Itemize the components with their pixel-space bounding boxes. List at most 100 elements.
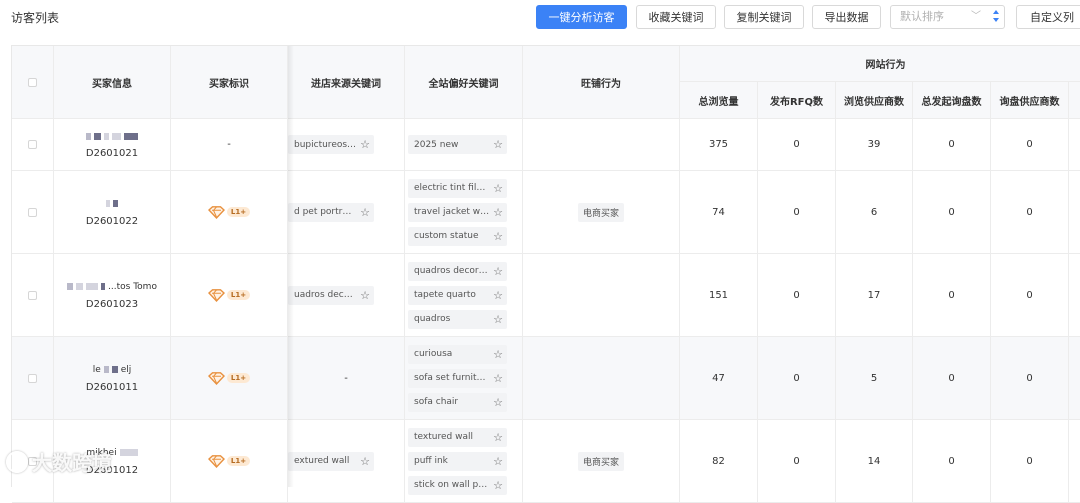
header-entry-keyword: 进店来源关键词: [288, 46, 405, 119]
header-select-all[interactable]: [12, 46, 54, 119]
redacted-mask: [103, 366, 109, 373]
copy-keywords-button[interactable]: 复制关键词: [724, 5, 804, 29]
star-icon[interactable]: ☆: [360, 455, 370, 468]
star-icon[interactable]: ☆: [493, 431, 503, 444]
keyword-tag[interactable]: uadros decora... ☆: [288, 285, 374, 305]
rfq-count: 0: [758, 171, 836, 254]
keyword-tag[interactable]: sofa chair ☆: [408, 392, 507, 412]
star-icon[interactable]: ☆: [493, 265, 503, 278]
star-icon[interactable]: ☆: [493, 182, 503, 195]
chevron-down-icon: ﹀: [971, 11, 981, 22]
redacted-mask: [119, 449, 138, 456]
keyword-tag[interactable]: tapete quarto ☆: [408, 285, 507, 305]
star-icon[interactable]: ☆: [493, 479, 503, 492]
star-icon[interactable]: ☆: [493, 313, 503, 326]
star-icon[interactable]: ☆: [493, 372, 503, 385]
entry-keyword-cell: d pet portraitic...☆: [288, 171, 405, 254]
star-icon[interactable]: ☆: [493, 206, 503, 219]
keyword-tag[interactable]: extured wall ☆: [288, 451, 374, 471]
star-icon[interactable]: ☆: [493, 138, 503, 151]
star-icon[interactable]: ☆: [360, 138, 370, 151]
keyword-tag[interactable]: 2025 new ☆: [408, 135, 507, 154]
buyer-name: ...tos Tomo: [67, 281, 157, 293]
star-icon[interactable]: ☆: [493, 348, 503, 361]
redacted-mask: [124, 132, 138, 140]
keyword-tag[interactable]: textured wall ☆: [408, 427, 507, 447]
sort-placeholder: 默认排序: [900, 10, 944, 23]
diamond-badge-icon: [207, 371, 225, 385]
star-icon[interactable]: ☆: [493, 455, 503, 468]
keyword-tag[interactable]: stick on wall pa... ☆: [408, 475, 507, 495]
buyer-id: D2601022: [85, 215, 139, 227]
row-select[interactable]: [12, 171, 54, 254]
buyer-mark: L1+: [171, 254, 288, 337]
star-icon[interactable]: ☆: [493, 230, 503, 243]
keyword-tag[interactable]: d pet portraitic...☆: [288, 202, 374, 222]
redacted-mask: [101, 283, 106, 290]
inquiry-suppliers: 0: [991, 119, 1069, 171]
keyword-tag[interactable]: custom statue ☆: [408, 226, 507, 246]
keyword-text: bupictureossu...: [294, 139, 356, 150]
star-icon[interactable]: ☆: [360, 206, 370, 219]
star-icon[interactable]: ☆: [493, 289, 503, 302]
more-cell: [1069, 420, 1080, 503]
collect-keywords-button[interactable]: 收藏关键词: [636, 5, 716, 29]
redacted-mask: [94, 132, 101, 140]
row-select[interactable]: [12, 119, 54, 171]
header-buyer-mark: 买家标识: [171, 46, 288, 119]
keyword-text: custom statue: [414, 231, 479, 241]
site-keyword-cell: curiousa ☆ sofa set furnitur... ☆ sofa cha…: [405, 337, 523, 420]
keyword-text: sofa set furnitur...: [414, 373, 490, 383]
buyer-name: le elj: [93, 364, 132, 376]
buyer-mark: L1+: [171, 420, 288, 503]
export-data-button[interactable]: 导出数据: [812, 5, 881, 29]
keyword-tag[interactable]: electric tint film f... ☆: [408, 178, 507, 198]
header-wangwang: 旺铺行为: [523, 46, 680, 119]
level-text: L1+: [226, 290, 251, 300]
keyword-text: d pet portraitic...: [294, 207, 357, 217]
keyword-tag[interactable]: curiousa ☆: [408, 344, 507, 364]
sort-order-icon[interactable]: [993, 8, 1001, 26]
keyword-text: extured wall: [294, 456, 350, 466]
more-cell: [1069, 119, 1080, 171]
rfq-count: 0: [758, 337, 836, 420]
inquiries: 0: [913, 420, 991, 503]
wangwang-cell: [523, 119, 680, 171]
entry-keyword-cell: uadros decora... ☆: [288, 254, 405, 337]
buyer-level-badge: L1+: [207, 288, 251, 302]
wangwang-cell: 电商买家: [523, 420, 680, 503]
row-checkbox[interactable]: [28, 140, 37, 149]
star-icon[interactable]: ☆: [493, 396, 503, 409]
keyword-text: 2025 new: [414, 139, 459, 150]
buyer-id: D2601023: [85, 298, 139, 310]
row-checkbox[interactable]: [28, 290, 37, 300]
more-cell: [1069, 171, 1080, 254]
keyword-text: stick on wall pa...: [414, 480, 490, 490]
custom-columns-button[interactable]: 自定义列: [1016, 5, 1080, 29]
row-select[interactable]: [12, 254, 54, 337]
analyze-visitors-button[interactable]: 一键分析访客: [536, 5, 627, 29]
buyer-name-suffix: elj: [120, 364, 132, 375]
sort-select[interactable]: 默认排序 ﹀: [890, 5, 1005, 29]
keyword-tag[interactable]: puff ink ☆: [408, 451, 507, 471]
diamond-badge-icon: [207, 454, 225, 468]
keyword-text: sofa chair: [414, 397, 459, 407]
visitor-table: 买家信息 买家标识 进店来源关键词 全站偏好关键词 旺铺行为 网站行为 总浏览量…: [11, 45, 1080, 503]
row-checkbox[interactable]: [28, 207, 37, 217]
star-icon[interactable]: ☆: [360, 289, 370, 302]
toolbar: 一键分析访客 收藏关键词 复制关键词 导出数据 默认排序 ﹀ 自定义列: [536, 5, 1080, 29]
buyer-id: D2601011: [85, 381, 139, 393]
keyword-tag[interactable]: quadros ☆: [408, 309, 507, 329]
select-all-checkbox[interactable]: [28, 77, 37, 87]
keyword-tag[interactable]: bupictureossu... ☆: [288, 135, 374, 154]
keyword-tag[interactable]: sofa set furnitur... ☆: [408, 368, 507, 388]
keyword-tag[interactable]: quadros decora... ☆: [408, 261, 507, 281]
keyword-tag[interactable]: travel jacket wit... ☆: [408, 202, 507, 222]
row-select[interactable]: [12, 337, 54, 420]
diamond-badge-icon: [207, 205, 225, 219]
inquiries: 0: [913, 254, 991, 337]
row-checkbox[interactable]: [28, 373, 37, 383]
suppliers-viewed: 17: [836, 254, 913, 337]
keyword-text: uadros decora...: [294, 290, 356, 300]
header-site-behavior: 网站行为: [680, 46, 1080, 82]
